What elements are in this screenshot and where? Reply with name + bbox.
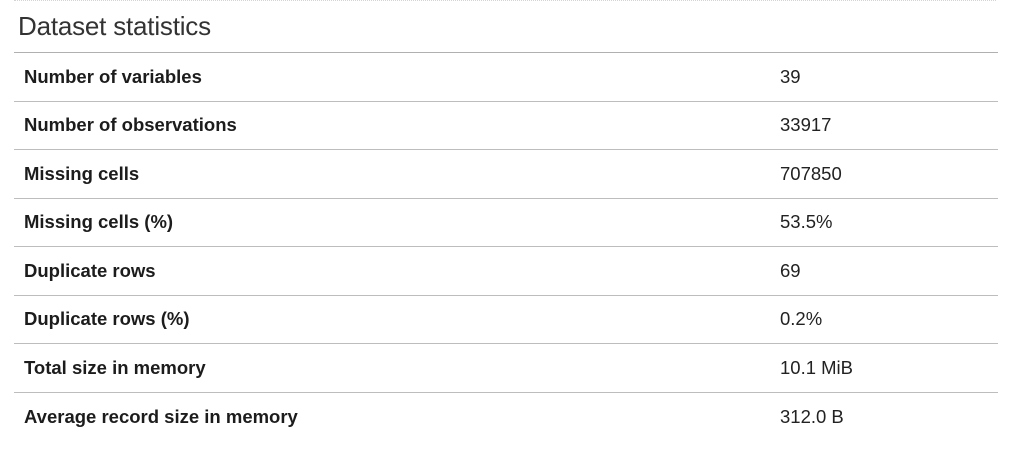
row-label: Number of variables xyxy=(24,65,202,87)
statistics-table: Number of variables 39 Number of observa… xyxy=(14,52,998,441)
row-value: 0.2% xyxy=(780,308,823,330)
row-label: Missing cells xyxy=(24,162,140,184)
row-label: Duplicate rows (%) xyxy=(24,308,190,330)
row-label: Missing cells (%) xyxy=(24,211,174,233)
row-label: Total size in memory xyxy=(24,356,206,378)
row-value: 69 xyxy=(780,259,801,281)
table-row: Total size in memory 10.1 MiB xyxy=(14,343,998,393)
row-value: 53.5% xyxy=(780,211,833,233)
dataset-statistics-panel: Dataset statistics Number of variables 3… xyxy=(14,0,998,441)
row-label: Number of observations xyxy=(24,114,237,136)
table-row: Number of variables 39 xyxy=(14,52,998,102)
table-row: Duplicate rows 69 xyxy=(14,246,998,296)
row-value: 312.0 B xyxy=(780,405,844,427)
row-value: 10.1 MiB xyxy=(780,356,854,378)
table-row: Number of observations 33917 xyxy=(14,101,998,150)
table-row: Missing cells 707850 xyxy=(14,149,998,199)
row-value: 39 xyxy=(780,65,801,87)
table-row: Duplicate rows (%) 0.2% xyxy=(14,295,998,344)
row-label: Duplicate rows xyxy=(24,259,156,281)
row-value: 707850 xyxy=(780,162,842,184)
table-row: Average record size in memory 312.0 B xyxy=(14,392,998,441)
row-label: Average record size in memory xyxy=(24,405,298,427)
section-title: Dataset statistics xyxy=(18,11,211,41)
row-value: 33917 xyxy=(780,114,832,136)
table-row: Missing cells (%) 53.5% xyxy=(14,198,998,247)
